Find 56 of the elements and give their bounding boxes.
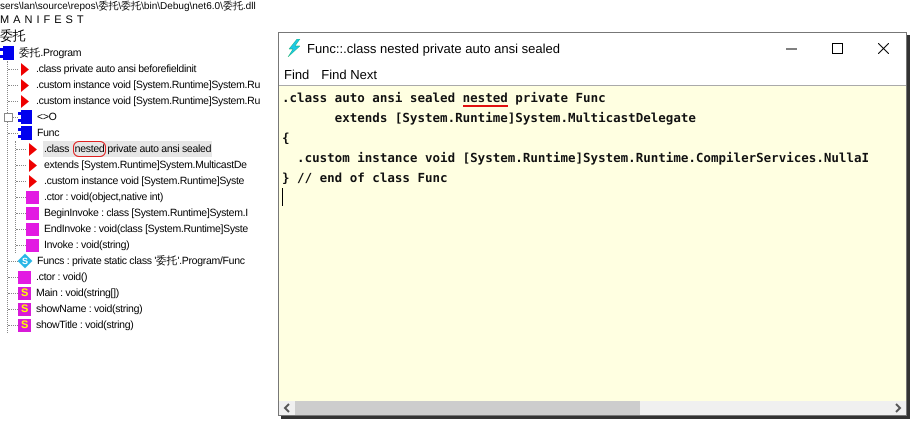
- method-icon: [26, 206, 39, 220]
- class-icon: [0, 46, 14, 60]
- triangle-icon: [20, 78, 29, 92]
- manifest-item[interactable]: MANIFEST: [0, 13, 911, 27]
- static-method-icon: S: [18, 302, 31, 316]
- tree-item[interactable]: EndInvoke : void(class [System.Runtime]Syste: [43, 221, 249, 237]
- class-icon: [18, 126, 32, 140]
- code-line: .class auto ansi sealed nested private Func: [282, 89, 607, 108]
- code-line: extends [System.Runtime]System.MulticastDelegate: [334, 109, 697, 127]
- tree-item[interactable]: .custom instance void [System.Runtime]Syste: [43, 173, 246, 189]
- maximize-button[interactable]: [832, 42, 842, 54]
- field-icon: S: [18, 254, 32, 268]
- tree-item[interactable]: Main : void(string[]): [35, 285, 120, 301]
- tree-item[interactable]: extends [System.Runtime]System.MulticastDe: [43, 157, 248, 173]
- code-line: } // end of class Func: [282, 169, 449, 187]
- method-icon: [26, 222, 39, 236]
- code-line: {: [282, 129, 291, 147]
- static-method-icon: S: [18, 286, 31, 300]
- method-icon: [18, 270, 31, 284]
- scrollbar-thumb[interactable]: [295, 401, 640, 415]
- tree-item[interactable]: .ctor : void(): [35, 269, 88, 285]
- tree-item[interactable]: .custom instance void [System.Runtime]System.Ru: [35, 77, 261, 93]
- menu-item[interactable]: Find: [284, 66, 310, 82]
- tree-item[interactable]: BeginInvoke : class [System.Runtime]System.I: [43, 205, 249, 221]
- method-icon: [26, 190, 39, 204]
- tree-root[interactable]: 委托: [0, 27, 276, 45]
- close-button[interactable]: [878, 42, 888, 54]
- tree-item[interactable]: 委托.Program: [18, 45, 82, 61]
- menu-item[interactable]: Find Next: [321, 66, 377, 82]
- triangle-icon: [28, 174, 37, 188]
- class-icon: [18, 110, 32, 124]
- tree-item[interactable]: Func: [36, 125, 60, 141]
- triangle-icon: [28, 142, 37, 156]
- text-caret: [282, 188, 283, 206]
- tree-item[interactable]: showTitle : void(string): [35, 317, 134, 333]
- tree-item[interactable]: Invoke : void(string): [43, 237, 130, 253]
- tree-item[interactable]: <>O: [36, 109, 58, 125]
- lightning-icon: [287, 39, 301, 57]
- triangle-icon: [28, 158, 37, 172]
- code-line: .custom instance void [System.Runtime]System.Runtime.CompilerServices.NullaI: [296, 149, 870, 167]
- window-title: Func::.class nested private auto ansi sealed: [307, 40, 561, 56]
- tree-item[interactable]: Funcs : private static class '委托'.Program/Func: [36, 253, 246, 269]
- triangle-icon: [20, 94, 29, 108]
- triangle-icon: [20, 62, 29, 76]
- horizontal-scrollbar[interactable]: [279, 401, 906, 415]
- file-path: sers\lan\source\repos\委托\委托\bin\Debug\net6.0\委托.dll: [0, 0, 256, 13]
- circled-word: nested: [72, 141, 106, 157]
- underlined-word: nested: [462, 90, 508, 107]
- expand-icon[interactable]: [4, 113, 13, 122]
- static-method-icon: S: [18, 318, 31, 332]
- tree-item[interactable]: .class nested private auto ansi sealed: [43, 141, 212, 157]
- method-icon: [26, 238, 39, 252]
- tree-item[interactable]: .custom instance void [System.Runtime]System.Ru: [35, 93, 261, 109]
- tree-item[interactable]: .class private auto ansi beforefieldinit: [35, 61, 198, 77]
- tree-item[interactable]: showName : void(string): [35, 301, 144, 317]
- tree-item[interactable]: .ctor : void(object,native int): [43, 189, 164, 205]
